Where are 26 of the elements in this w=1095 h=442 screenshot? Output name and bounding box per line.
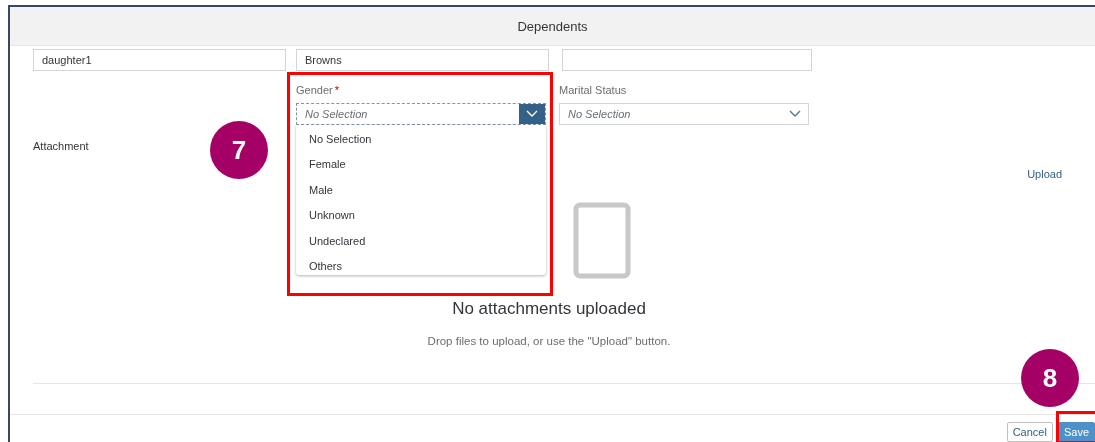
- dropdown-button[interactable]: [519, 104, 545, 124]
- dropdown-option[interactable]: Female: [296, 152, 546, 178]
- chevron-down-icon: [526, 110, 538, 118]
- field-label: Marital Status: [559, 84, 627, 96]
- dropdown-option[interactable]: Others: [296, 253, 546, 280]
- upload-link[interactable]: Upload: [1027, 168, 1062, 180]
- dropdown-option[interactable]: No Selection: [296, 127, 546, 153]
- empty-state-title: No attachments uploaded: [452, 299, 646, 319]
- text-field[interactable]: Browns: [296, 49, 549, 71]
- highlight-frame: [1056, 411, 1095, 442]
- dialog-title: Dependents: [517, 18, 588, 34]
- chevron-down-icon: [789, 110, 801, 118]
- empty-state-hint: Drop files to upload, or use the "Upload" button.: [427, 335, 671, 347]
- step-badge: 8: [1021, 349, 1079, 407]
- dropdown-option[interactable]: Undeclared: [296, 228, 546, 254]
- dropdown-option[interactable]: Unknown: [296, 203, 546, 229]
- marital-status-select[interactable]: No Selection: [559, 103, 809, 125]
- cancel-button[interactable]: Cancel: [1006, 422, 1053, 442]
- field-label: Gender: [296, 84, 333, 96]
- required-mark: *: [334, 84, 339, 96]
- text-field[interactable]: daughter1: [33, 49, 286, 71]
- text-field[interactable]: [562, 49, 812, 71]
- dropdown-option[interactable]: Male: [296, 177, 546, 204]
- step-badge: 7: [210, 121, 268, 179]
- document-icon: [573, 202, 631, 279]
- attachment-label: Attachment: [33, 140, 89, 152]
